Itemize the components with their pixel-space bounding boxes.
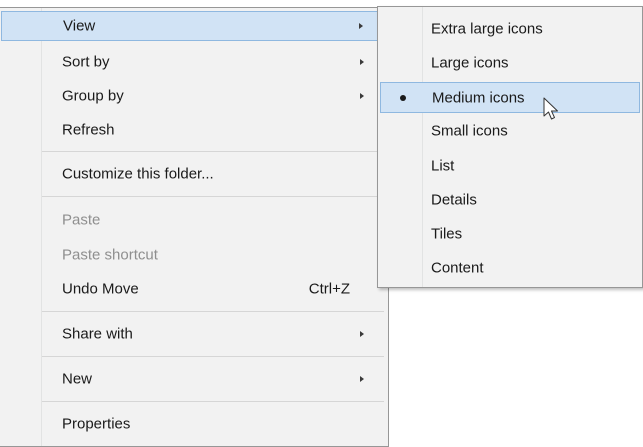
menu-item-label: Undo Move: [62, 280, 139, 298]
submenu-arrow-icon: [360, 376, 364, 382]
menu-item-label: Sort by: [62, 53, 110, 71]
menu-item-view[interactable]: View: [1, 11, 386, 41]
menu-item-label: Content: [431, 259, 484, 277]
menu-item-label: New: [62, 370, 93, 388]
menu-item-label: Extra large icons: [431, 20, 543, 38]
mouse-cursor-icon: [543, 97, 558, 120]
submenu-arrow-icon: [360, 59, 364, 65]
submenu-arrow-icon: [360, 93, 364, 99]
menu-item-label: View: [63, 17, 96, 35]
menu-item-customize-folder[interactable]: Customize this folder...: [1, 159, 386, 189]
menu-item-refresh[interactable]: Refresh: [1, 115, 386, 145]
menu-item-undo-move[interactable]: Undo Move Ctrl+Z: [1, 274, 386, 304]
view-option-content[interactable]: Content: [380, 253, 640, 283]
bullet-icon: [400, 94, 406, 101]
submenu-arrow-icon: [360, 331, 364, 337]
view-option-extra-large-icons[interactable]: Extra large icons: [380, 14, 640, 44]
menu-item-label: Refresh: [62, 121, 115, 139]
submenu-arrow-icon: [359, 23, 363, 29]
menu-item-label: Small icons: [431, 122, 508, 140]
menu-item-properties[interactable]: Properties: [1, 409, 386, 439]
menu-item-label: Details: [431, 191, 477, 209]
menu-item-label: Properties: [62, 415, 131, 433]
menu-separator: [42, 196, 384, 197]
keyboard-shortcut: Ctrl+Z: [308, 280, 350, 298]
menu-separator: [42, 356, 384, 357]
menu-item-label: Group by: [62, 87, 124, 105]
view-option-medium-icons[interactable]: Medium icons: [380, 82, 640, 113]
menu-item-label: Paste: [62, 211, 101, 229]
menu-separator: [42, 311, 384, 312]
menu-item-sort-by[interactable]: Sort by: [1, 47, 386, 77]
menu-item-label: Share with: [62, 325, 133, 343]
menu-item-share-with[interactable]: Share with: [1, 319, 386, 349]
menu-item-label: Tiles: [431, 225, 463, 243]
menu-item-paste: Paste: [1, 205, 386, 235]
view-option-small-icons[interactable]: Small icons: [380, 116, 640, 146]
menu-item-paste-shortcut: Paste shortcut: [1, 240, 386, 270]
context-menu: View Sort by Group by Refresh Customize …: [0, 7, 389, 447]
menu-item-label: Paste shortcut: [62, 246, 158, 264]
menu-item-label: Large icons: [431, 54, 509, 72]
menu-separator: [42, 151, 384, 152]
view-submenu: Extra large icons Large icons Medium ico…: [377, 6, 643, 288]
menu-item-label: Customize this folder...: [62, 165, 214, 183]
menu-item-new[interactable]: New: [1, 364, 386, 394]
view-option-details[interactable]: Details: [380, 185, 640, 215]
menu-item-label: Medium icons: [432, 89, 525, 106]
view-option-large-icons[interactable]: Large icons: [380, 48, 640, 78]
view-option-list[interactable]: List: [380, 151, 640, 181]
view-option-tiles[interactable]: Tiles: [380, 219, 640, 249]
menu-item-label: List: [431, 157, 455, 175]
menu-separator: [42, 401, 384, 402]
menu-item-group-by[interactable]: Group by: [1, 81, 386, 111]
